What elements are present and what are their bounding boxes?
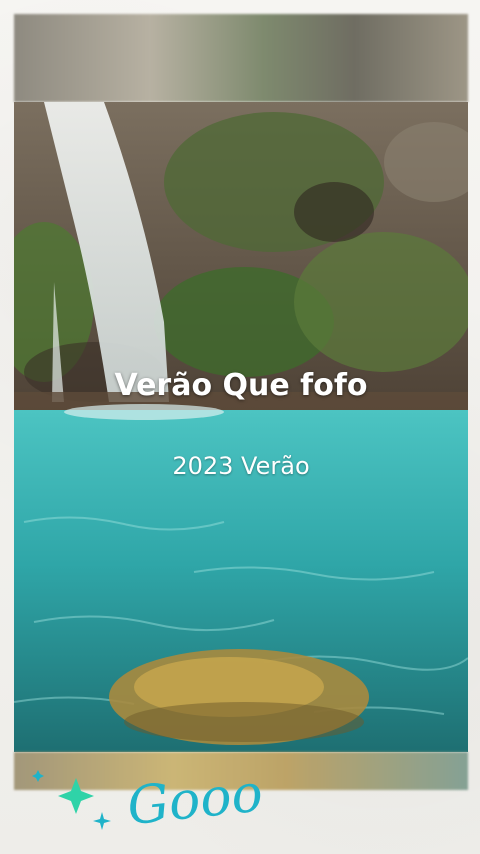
blurred-top-strip — [14, 14, 468, 102]
waterfall-photo — [14, 102, 468, 752]
story-subtitle: 2023 Verão — [172, 452, 310, 480]
go-sticker: Gooo — [28, 748, 288, 848]
sparkle-icon — [32, 770, 111, 830]
sticker-text: Gooo — [124, 763, 265, 837]
story-title: Verão Que fofo — [114, 368, 368, 403]
